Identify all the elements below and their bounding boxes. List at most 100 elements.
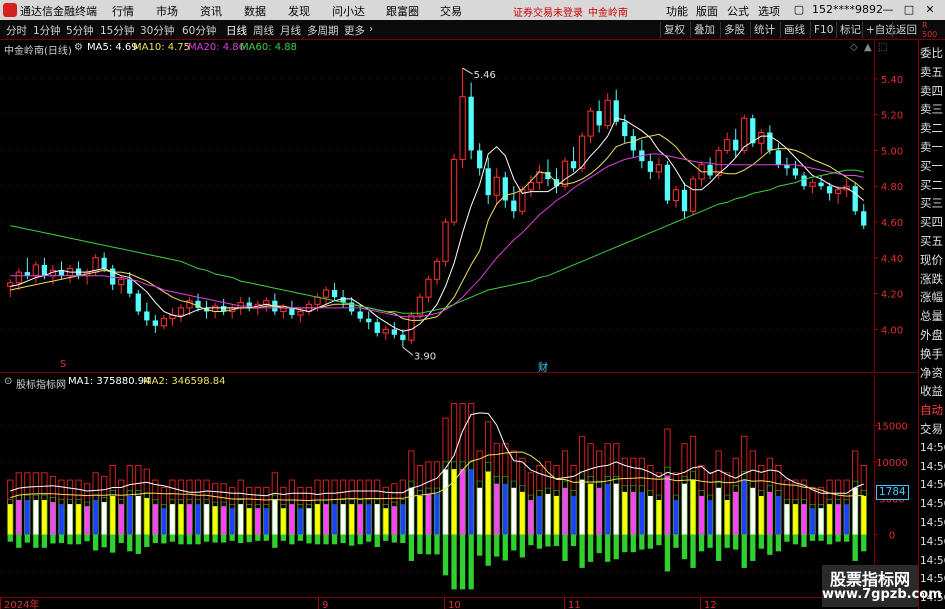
cai-marker[interactable]: 财 bbox=[538, 359, 548, 374]
candle-body[interactable] bbox=[861, 211, 867, 226]
candle-body[interactable] bbox=[24, 272, 30, 276]
candle-body[interactable] bbox=[775, 150, 782, 165]
candle-body[interactable] bbox=[152, 320, 159, 326]
menu-jiaoyi[interactable]: 交易 bbox=[440, 3, 462, 19]
menu-gongshi[interactable]: 公式 bbox=[727, 3, 749, 19]
indicator-toggle-icon[interactable]: ⊙ bbox=[4, 376, 12, 387]
candle-body[interactable] bbox=[587, 110, 594, 137]
side-item[interactable]: 涨幅 bbox=[920, 289, 945, 305]
side-item[interactable]: 买四 bbox=[920, 214, 945, 230]
period-1min[interactable]: 1分钟 bbox=[33, 23, 61, 38]
candle-body[interactable] bbox=[596, 111, 602, 126]
price-panel[interactable]: 5.40 5.20 5.00 4.80 4.60 4.40 4.20 4.00 5.46 3.90… bbox=[0, 40, 918, 374]
s-marker[interactable]: S bbox=[60, 359, 66, 370]
candle-body[interactable] bbox=[391, 329, 397, 335]
candle-body[interactable] bbox=[561, 160, 569, 187]
settings-gear-icon[interactable]: ⚙ bbox=[74, 42, 83, 53]
candle-body[interactable] bbox=[135, 293, 141, 312]
side-item[interactable]: 收益 bbox=[920, 383, 945, 399]
skin-icon[interactable]: ▢ bbox=[791, 2, 807, 18]
candle-body[interactable] bbox=[289, 307, 295, 316]
maximize-icon[interactable]: □ bbox=[901, 2, 917, 18]
side-item[interactable]: 外盘 bbox=[920, 327, 945, 343]
diejia-button[interactable]: 叠加 bbox=[690, 22, 718, 38]
menu-shichang[interactable]: 市场 bbox=[156, 3, 178, 19]
candle-body[interactable] bbox=[672, 189, 680, 202]
candle-body[interactable] bbox=[767, 132, 773, 151]
candle-body[interactable] bbox=[101, 257, 107, 269]
candle-body[interactable] bbox=[15, 271, 22, 284]
menu-faxian[interactable]: 发现 bbox=[288, 3, 310, 19]
candle-body[interactable] bbox=[792, 168, 799, 176]
tongji-button[interactable]: 统计 bbox=[750, 22, 778, 38]
biaoji-button[interactable]: 标记 bbox=[836, 22, 864, 38]
f10-button[interactable]: F10 bbox=[810, 22, 836, 38]
candle-body[interactable] bbox=[852, 186, 858, 212]
candle-body[interactable] bbox=[177, 307, 185, 316]
menu-xuanxiang[interactable]: 选项 bbox=[758, 3, 780, 19]
side-item[interactable]: 14:56 bbox=[920, 477, 945, 493]
candle-body[interactable] bbox=[570, 161, 577, 169]
period-60min[interactable]: 60分钟 bbox=[182, 23, 216, 38]
candle-body[interactable] bbox=[425, 278, 432, 298]
candle-body[interactable] bbox=[450, 158, 458, 223]
candle-body[interactable] bbox=[382, 328, 389, 334]
candle-body[interactable] bbox=[331, 290, 338, 298]
more-chevron-icon[interactable]: › bbox=[369, 23, 373, 35]
candle-body[interactable] bbox=[477, 150, 483, 169]
candle-body[interactable] bbox=[263, 300, 270, 305]
side-item[interactable]: 14:56 bbox=[920, 571, 945, 587]
candle-body[interactable] bbox=[655, 164, 663, 173]
menu-hangqing[interactable]: 行情 bbox=[112, 3, 134, 19]
candle-body[interactable] bbox=[493, 176, 500, 196]
login-status[interactable]: 证券交易未登录 bbox=[513, 4, 583, 19]
side-item[interactable]: 买三 bbox=[920, 195, 945, 211]
candle-body[interactable] bbox=[127, 279, 133, 294]
side-item[interactable]: 现价 bbox=[920, 252, 945, 268]
period-month[interactable]: 月线 bbox=[280, 23, 301, 38]
candle-body[interactable] bbox=[784, 164, 790, 169]
side-item[interactable]: 委比 bbox=[920, 45, 945, 61]
side-item[interactable]: 卖四 bbox=[920, 83, 945, 99]
minimize-icon[interactable]: — bbox=[880, 2, 896, 18]
candle-body[interactable] bbox=[160, 318, 168, 327]
candlestick-chart[interactable]: 5.40 5.20 5.00 4.80 4.60 4.40 4.20 4.00 5.46 3.90 bbox=[0, 40, 918, 373]
candle-body[interactable] bbox=[366, 318, 372, 323]
fuquan-button[interactable]: 复权 bbox=[660, 22, 688, 38]
candle-body[interactable] bbox=[357, 311, 363, 319]
side-item[interactable]: 交易 bbox=[920, 421, 945, 437]
candle-body[interactable] bbox=[41, 264, 48, 276]
side-item[interactable]: 14:56 bbox=[920, 459, 945, 475]
period-30min[interactable]: 30分钟 bbox=[140, 23, 174, 38]
side-item[interactable]: 卖一 bbox=[920, 139, 945, 155]
side-item[interactable]: 14:56 bbox=[920, 496, 945, 512]
candle-body[interactable] bbox=[647, 161, 654, 172]
candle-body[interactable] bbox=[681, 189, 688, 212]
side-item[interactable]: 14:56 bbox=[920, 515, 945, 531]
period-15min[interactable]: 15分钟 bbox=[100, 23, 134, 38]
candle-body[interactable] bbox=[511, 200, 517, 212]
candle-body[interactable] bbox=[416, 296, 424, 316]
side-item[interactable]: 14:56 bbox=[920, 534, 945, 550]
period-day[interactable]: 日线 bbox=[226, 23, 247, 38]
side-item[interactable]: 卖三 bbox=[920, 101, 945, 117]
candle-body[interactable] bbox=[826, 186, 833, 194]
menu-zixun[interactable]: 资讯 bbox=[200, 3, 222, 19]
candle-body[interactable] bbox=[280, 307, 287, 312]
period-5min[interactable]: 5分钟 bbox=[66, 23, 94, 38]
candle-body[interactable] bbox=[408, 314, 415, 341]
candle-body[interactable] bbox=[604, 99, 611, 126]
candle-body[interactable] bbox=[322, 289, 330, 298]
side-item[interactable]: 净资 bbox=[920, 365, 945, 381]
menu-shuju[interactable]: 数据 bbox=[244, 3, 266, 19]
candle-body[interactable] bbox=[433, 260, 441, 280]
candle-body[interactable] bbox=[664, 164, 671, 201]
candle-body[interactable] bbox=[707, 164, 713, 176]
side-item[interactable]: 自动 bbox=[920, 402, 945, 418]
candle-body[interactable] bbox=[809, 182, 816, 187]
side-item[interactable]: 买一 bbox=[920, 158, 945, 174]
candle-body[interactable] bbox=[144, 311, 150, 321]
candle-body[interactable] bbox=[442, 221, 449, 262]
side-item[interactable]: 卖五 bbox=[920, 64, 945, 80]
chart-expand-icon[interactable]: ⬚ bbox=[878, 42, 887, 53]
